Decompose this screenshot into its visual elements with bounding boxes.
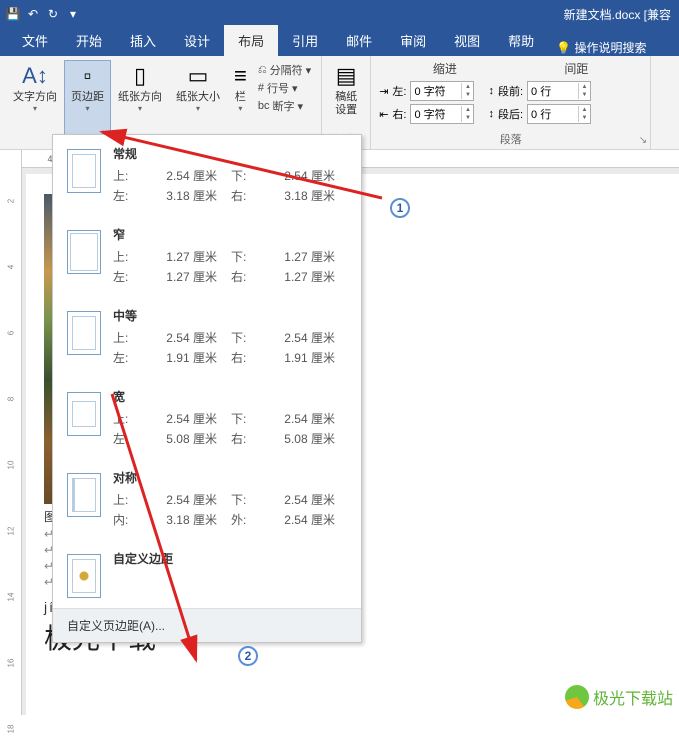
- preset-values: 左:3.18 厘米右:3.18 厘米: [113, 186, 353, 206]
- spacing-after-input[interactable]: ▲▼: [527, 104, 591, 124]
- logo-swirl-icon: [565, 685, 589, 709]
- margin-thumb-icon: [67, 392, 101, 436]
- preset-values: 左:1.91 厘米右:1.91 厘米: [113, 348, 353, 368]
- margins-dropdown: 常规上:2.54 厘米下:2.54 厘米左:3.18 厘米右:3.18 厘米窄上…: [52, 134, 362, 643]
- preset-values: 上:1.27 厘米下:1.27 厘米: [113, 247, 353, 267]
- undo-icon[interactable]: ↶: [24, 5, 42, 23]
- margins-icon: ▫: [84, 63, 92, 89]
- size-button[interactable]: ▭ 纸张大小▾: [169, 60, 227, 145]
- line-numbers-button[interactable]: # 行号 ▾: [258, 80, 311, 96]
- preset-title: 常规: [113, 145, 353, 162]
- callout-bubble-1: 1: [390, 198, 410, 218]
- preset-title: 自定义边距: [113, 550, 353, 567]
- tab-design[interactable]: 设计: [170, 25, 224, 56]
- spacing-before-input[interactable]: ▲▼: [527, 81, 591, 101]
- redo-icon[interactable]: ↻: [44, 5, 62, 23]
- tab-home[interactable]: 开始: [62, 25, 116, 56]
- columns-icon: ≡: [234, 63, 247, 89]
- tab-mail[interactable]: 邮件: [332, 25, 386, 56]
- orientation-icon: ▯: [134, 63, 146, 89]
- watermark-logo: 极光下载站: [565, 685, 673, 709]
- tab-review[interactable]: 审阅: [386, 25, 440, 56]
- indent-right-input[interactable]: ▲▼: [410, 104, 474, 124]
- preset-title: 对称: [113, 469, 353, 486]
- tab-view[interactable]: 视图: [440, 25, 494, 56]
- preset-values: 左:5.08 厘米右:5.08 厘米: [113, 429, 353, 449]
- orientation-button[interactable]: ▯ 纸张方向▾: [111, 60, 169, 145]
- preset-values: 左:1.27 厘米右:1.27 厘米: [113, 267, 353, 287]
- margin-preset-4[interactable]: 对称上:2.54 厘米下:2.54 厘米内:3.18 厘米外:2.54 厘米: [53, 459, 361, 540]
- indent-left-icon: ⇥: [379, 85, 388, 98]
- preset-title: 窄: [113, 226, 353, 243]
- preset-title: 宽: [113, 388, 353, 405]
- margin-preset-2[interactable]: 中等上:2.54 厘米下:2.54 厘米左:1.91 厘米右:1.91 厘米: [53, 297, 361, 378]
- margin-thumb-icon: [67, 554, 101, 598]
- margin-thumb-icon: [67, 149, 101, 193]
- tab-help[interactable]: 帮助: [494, 25, 548, 56]
- ribbon-tabs: 文件 开始 插入 设计 布局 引用 邮件 审阅 视图 帮助 💡 操作说明搜索: [0, 28, 679, 56]
- text-direction-icon: A↕: [22, 63, 48, 89]
- callout-bubble-2: 2: [238, 646, 258, 666]
- before-icon: ↕: [488, 85, 494, 97]
- document-title: 新建文档.docx [兼容: [564, 6, 671, 23]
- save-icon[interactable]: 💾: [4, 5, 22, 23]
- columns-button[interactable]: ≡ 栏▾: [227, 60, 254, 145]
- margins-button[interactable]: ▫ 页边距▾: [64, 60, 111, 145]
- preset-title: 中等: [113, 307, 353, 324]
- manuscript-button[interactable]: ▤ 稿纸 设置: [328, 60, 364, 120]
- indent-header: 缩进: [379, 60, 511, 77]
- breaks-button[interactable]: ⎌ 分隔符 ▾: [258, 62, 311, 78]
- hyphenation-button[interactable]: bc 断字 ▾: [258, 98, 311, 114]
- spacing-header: 间距: [511, 60, 643, 77]
- tab-file[interactable]: 文件: [8, 25, 62, 56]
- preset-values: 上:2.54 厘米下:2.54 厘米: [113, 490, 353, 510]
- margin-thumb-icon: [67, 473, 101, 517]
- tab-layout[interactable]: 布局: [224, 25, 278, 56]
- text-direction-button[interactable]: A↕ 文字方向▾: [6, 60, 64, 145]
- paragraph-launcher-icon[interactable]: ↘: [639, 135, 647, 146]
- paragraph-group-label: 段落: [371, 131, 650, 147]
- margin-thumb-icon: [67, 230, 101, 274]
- title-bar: 💾 ↶ ↻ ▾ 新建文档.docx [兼容: [0, 0, 679, 28]
- margin-preset-1[interactable]: 窄上:1.27 厘米下:1.27 厘米左:1.27 厘米右:1.27 厘米: [53, 216, 361, 297]
- qat-more-icon[interactable]: ▾: [64, 5, 82, 23]
- preset-values: 上:2.54 厘米下:2.54 厘米: [113, 328, 353, 348]
- vertical-ruler: 24681012141618: [0, 150, 22, 715]
- margin-thumb-icon: [67, 311, 101, 355]
- indent-left-input[interactable]: ▲▼: [410, 81, 474, 101]
- tell-me[interactable]: 💡 操作说明搜索: [556, 39, 646, 56]
- margin-last-custom[interactable]: 自定义边距: [53, 540, 361, 608]
- preset-values: 内:3.18 厘米外:2.54 厘米: [113, 510, 353, 530]
- margin-preset-3[interactable]: 宽上:2.54 厘米下:2.54 厘米左:5.08 厘米右:5.08 厘米: [53, 378, 361, 459]
- custom-margins-command[interactable]: 自定义页边距(A)...: [53, 608, 361, 642]
- preset-values: 上:2.54 厘米下:2.54 厘米: [113, 409, 353, 429]
- bulb-icon: 💡: [556, 41, 571, 55]
- size-icon: ▭: [188, 63, 209, 89]
- margin-preset-0[interactable]: 常规上:2.54 厘米下:2.54 厘米左:3.18 厘米右:3.18 厘米: [53, 135, 361, 216]
- preset-values: 上:2.54 厘米下:2.54 厘米: [113, 166, 353, 186]
- indent-right-icon: ⇤: [379, 108, 388, 121]
- tab-references[interactable]: 引用: [278, 25, 332, 56]
- tab-insert[interactable]: 插入: [116, 25, 170, 56]
- manuscript-icon: ▤: [336, 63, 357, 89]
- after-icon: ↕: [488, 108, 494, 120]
